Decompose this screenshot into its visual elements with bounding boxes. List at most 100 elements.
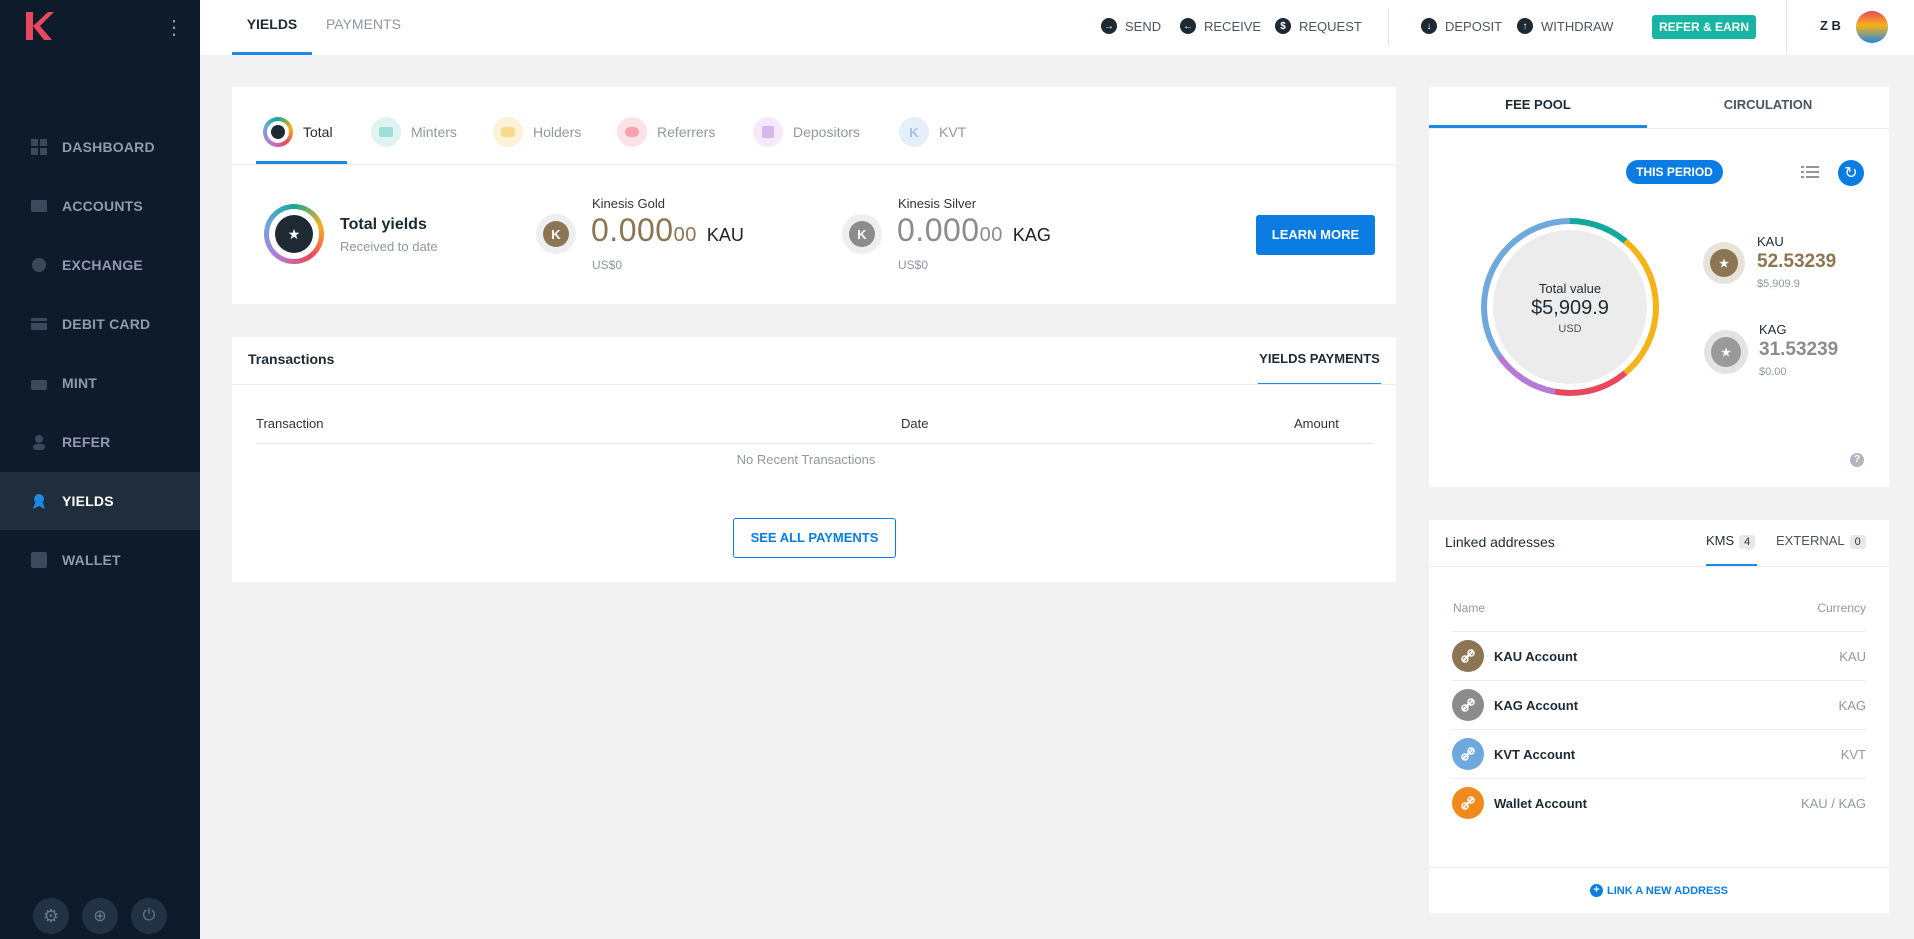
nav-label: DASHBOARD [62,139,155,155]
tab-yields-payments[interactable]: YIELDS PAYMENTS [1258,351,1381,385]
tab-circulation[interactable]: CIRCULATION [1647,88,1889,128]
divider [1388,8,1389,46]
deposit-button[interactable]: ↓ DEPOSIT [1421,14,1502,38]
link-new-label: LINK A NEW ADDRESS [1607,884,1728,897]
col-currency: Currency [1817,601,1866,615]
tab-label: Holders [533,124,582,140]
nav-label: DEBIT CARD [62,316,151,332]
power-icon: ⏻ [142,907,156,924]
deposit-label: DEPOSIT [1445,18,1503,34]
col-amount: Amount [1294,416,1339,431]
request-label: REQUEST [1299,18,1362,34]
nav-label: ACCOUNTS [62,198,143,214]
address-row-wallet[interactable]: Wallet Account KAU / KAG [1452,778,1866,827]
link-icon [1452,738,1484,770]
silver-usd: US$0 [898,258,929,272]
address-row-kag[interactable]: KAG Account KAG [1452,680,1866,729]
col-date: Date [901,416,929,431]
kinesis-logo[interactable] [22,8,58,44]
avatar[interactable] [1856,11,1888,43]
address-currency: KAU / KAG [1800,795,1866,811]
link-new-address-button[interactable]: + LINK A NEW ADDRESS [1429,884,1889,897]
kms-label: KMS [1706,533,1735,548]
tab-yields[interactable]: YIELDS [232,0,312,55]
yield-tab-kvt[interactable]: K KVT [899,100,966,164]
request-button[interactable]: $ REQUEST [1275,14,1362,38]
award-icon [30,492,48,510]
settings-button[interactable]: ⚙ [33,898,69,934]
empty-state: No Recent Transactions [736,452,876,467]
gold-label: Kinesis Gold [592,196,665,211]
gold-unit: KAU [706,225,744,245]
more-menu-icon[interactable]: ⋮ [164,16,184,40]
refresh-icon[interactable]: ↻ [1838,160,1864,186]
gold-amount-main: 0.000 [591,212,674,248]
globe-icon [30,256,48,274]
divider [1429,566,1889,567]
learn-more-button[interactable]: LEARN MORE [1256,215,1375,255]
receive-button[interactable]: ← RECEIVE [1180,14,1261,38]
user-initials[interactable]: Z B [1820,18,1841,33]
help-button[interactable]: ⊕ [82,898,118,934]
address-name: KAU Account [1494,648,1578,664]
yield-tab-total[interactable]: Total [263,100,333,164]
tab-external[interactable]: EXTERNAL 0 [1776,533,1866,549]
gold-usd: US$0 [592,258,623,272]
address-row-kau[interactable]: KAU Account KAU [1452,631,1866,680]
total-yields-title: Total yields [340,216,427,233]
kau-coin-icon: ★ [1703,242,1745,284]
credit-card-icon [30,315,48,333]
withdraw-button[interactable]: ↑ WITHDRAW [1517,14,1613,38]
see-all-payments-button[interactable]: SEE ALL PAYMENTS [733,518,896,558]
address-currency: KAU [1839,648,1866,664]
nav-mint[interactable]: MINT [0,354,200,412]
link-icon [1452,640,1484,672]
total-yields-subtitle: Received to date [340,239,438,254]
nav-label: YIELDS [62,493,114,509]
nav-yields[interactable]: YIELDS [0,472,200,530]
nav-dashboard[interactable]: DASHBOARD [0,118,200,176]
nav-label: REFER [62,434,111,450]
address-name: KVT Account [1494,746,1576,762]
address-row-kvt[interactable]: KVT Account KVT [1452,729,1866,778]
nav-wallet[interactable]: WALLET [0,531,200,589]
yield-tab-holders[interactable]: Holders [493,100,581,164]
divider [256,443,1372,444]
plus-icon: + [1590,884,1603,897]
lifebuoy-icon: ⊕ [93,908,107,925]
send-button[interactable]: → SEND [1101,14,1161,38]
yield-tab-referrers[interactable]: Referrers [617,100,715,164]
tab-label: Minters [411,124,457,140]
logout-button[interactable]: ⏻ [131,898,167,934]
tab-label: Total [303,124,333,140]
gear-icon: ⚙ [42,905,60,926]
tab-kms[interactable]: KMS 4 [1706,533,1758,566]
nav-label: EXCHANGE [62,257,143,273]
dollar-icon: $ [1275,18,1291,34]
withdraw-label: WITHDRAW [1541,18,1614,34]
kag-value: 31.53239 [1759,339,1839,360]
depositors-icon [753,117,783,147]
tab-payments[interactable]: PAYMENTS [326,0,406,55]
yield-tab-minters[interactable]: Minters [371,100,457,164]
external-count: 0 [1849,535,1866,549]
nav-exchange[interactable]: EXCHANGE [0,236,200,294]
this-period-button[interactable]: THIS PERIOD [1626,160,1723,184]
tab-fee-pool[interactable]: FEE POOL [1429,88,1647,128]
divider [1429,128,1889,129]
refer-earn-button[interactable]: REFER & EARN [1652,15,1756,39]
silver-unit: KAG [1012,225,1051,245]
nav-refer[interactable]: REFER [0,413,200,471]
kau-usd: $5,909.9 [1757,278,1800,290]
nav-debit-card[interactable]: DEBIT CARD [0,295,200,353]
help-icon[interactable]: ? [1850,453,1864,467]
sidebar: ⋮ DASHBOARD ACCOUNTS EXCHANGE DEBIT CARD… [0,0,200,939]
total-value-label: Total value [1538,281,1602,296]
nav-accounts[interactable]: ACCOUNTS [0,177,200,235]
yield-tab-depositors[interactable]: Depositors [753,100,860,164]
dashboard-icon [30,138,48,156]
receive-label: RECEIVE [1204,18,1262,34]
kms-count: 4 [1739,535,1756,549]
list-icon[interactable] [1801,163,1819,181]
tab-label: Referrers [657,124,716,140]
